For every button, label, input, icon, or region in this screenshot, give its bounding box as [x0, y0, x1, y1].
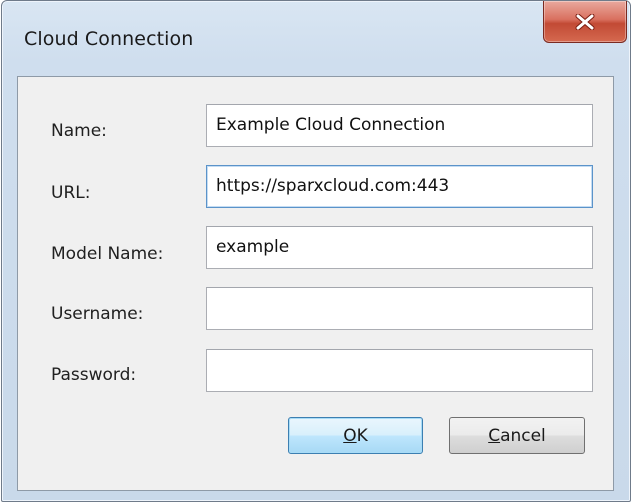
close-button[interactable] — [543, 1, 627, 43]
window-title: Cloud Connection — [24, 28, 194, 50]
cancel-button[interactable]: Cancel — [449, 417, 585, 454]
ok-label-rest: K — [356, 425, 368, 446]
username-label: Username: — [51, 304, 144, 324]
ok-button[interactable]: OK — [288, 417, 423, 454]
model-name-field[interactable]: example — [206, 226, 593, 269]
cancel-mnemonic: C — [488, 425, 501, 446]
ok-mnemonic: O — [343, 425, 357, 446]
url-field[interactable]: https://sparxcloud.com:443 — [206, 165, 593, 208]
name-field[interactable]: Example Cloud Connection — [206, 104, 593, 147]
dialog-client-area: Name: Example Cloud Connection URL: http… — [17, 76, 614, 491]
password-field[interactable] — [206, 349, 593, 392]
url-label: URL: — [51, 183, 91, 203]
password-label: Password: — [51, 365, 137, 385]
username-field[interactable] — [206, 287, 593, 330]
model-name-label: Model Name: — [51, 244, 164, 264]
name-label: Name: — [51, 121, 107, 141]
close-x-icon — [574, 13, 596, 30]
dialog-window: Cloud Connection Name: Example Cloud Con… — [1, 0, 631, 502]
cancel-label-rest: ancel — [500, 425, 546, 446]
